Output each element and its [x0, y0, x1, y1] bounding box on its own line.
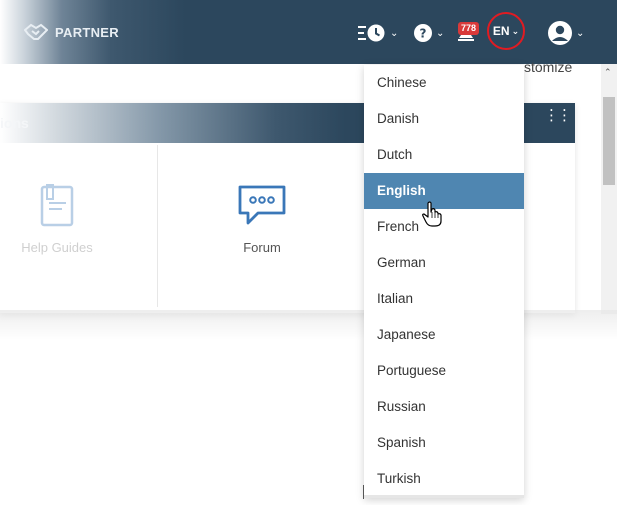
- tile-label: Help Guides: [21, 240, 93, 255]
- chat-bubble-icon: [238, 185, 286, 225]
- language-option-turkish[interactable]: Turkish: [364, 461, 524, 497]
- language-option-italian[interactable]: Italian: [364, 281, 524, 317]
- language-option-danish[interactable]: Danish: [364, 101, 524, 137]
- scroll-up-arrow-icon[interactable]: ⌃: [604, 67, 612, 78]
- panel-title: ions: [0, 115, 29, 131]
- help-menu[interactable]: ? ⌄: [414, 20, 444, 46]
- tile-divider: [157, 145, 158, 307]
- chevron-down-icon: ⌄: [576, 27, 585, 39]
- top-navigation-bar: PARTNER ⌄ ? ⌄ 778 EN ⌄ ⌄: [0, 0, 617, 64]
- language-option-english[interactable]: English: [364, 173, 524, 209]
- language-option-portuguese[interactable]: Portuguese: [364, 353, 524, 389]
- tile-help-guides[interactable]: Help Guides: [12, 183, 102, 255]
- help-question-icon: ?: [414, 24, 432, 42]
- chevron-down-icon: ⌄: [390, 27, 399, 39]
- language-option-dutch[interactable]: Dutch: [364, 137, 524, 173]
- language-option-german[interactable]: German: [364, 245, 524, 281]
- handshake-logo-icon: [24, 23, 48, 40]
- customize-link[interactable]: stomize: [524, 59, 572, 75]
- document-icon: [40, 184, 74, 227]
- chevron-down-icon: ⌄: [436, 27, 445, 39]
- language-option-japanese[interactable]: Japanese: [364, 317, 524, 353]
- language-option-russian[interactable]: Russian: [364, 389, 524, 425]
- scrollbar-thumb[interactable]: [603, 97, 615, 185]
- language-selector-button[interactable]: EN ⌄: [487, 12, 525, 50]
- notification-count-badge: 778: [458, 22, 480, 35]
- user-menu[interactable]: ⌄: [548, 20, 584, 46]
- language-option-chinese[interactable]: Chinese: [364, 65, 524, 101]
- history-menu[interactable]: ⌄: [356, 20, 398, 46]
- language-code: EN: [492, 24, 510, 38]
- drag-handle-icon[interactable]: ⋮⋮: [544, 108, 572, 123]
- panel-shadow: [0, 310, 617, 340]
- language-option-french[interactable]: French: [364, 209, 524, 245]
- chevron-down-icon: ⌄: [511, 25, 520, 36]
- tile-forum[interactable]: Forum: [210, 183, 314, 255]
- language-dropdown-menu: Chinese Danish Dutch English French Germ…: [364, 65, 524, 498]
- language-option-spanish[interactable]: Spanish: [364, 425, 524, 461]
- user-avatar-icon: [548, 21, 572, 45]
- brand-name: PARTNER: [55, 24, 119, 40]
- history-clock-icon: [358, 24, 385, 42]
- brand[interactable]: PARTNER: [24, 22, 119, 42]
- tile-label: Forum: [243, 240, 281, 255]
- dropdown-edge: [363, 485, 364, 499]
- app-window: PARTNER ⌄ ? ⌄ 778 EN ⌄ ⌄ stomize ⌃ ions …: [0, 0, 617, 505]
- svg-text:?: ?: [420, 27, 427, 41]
